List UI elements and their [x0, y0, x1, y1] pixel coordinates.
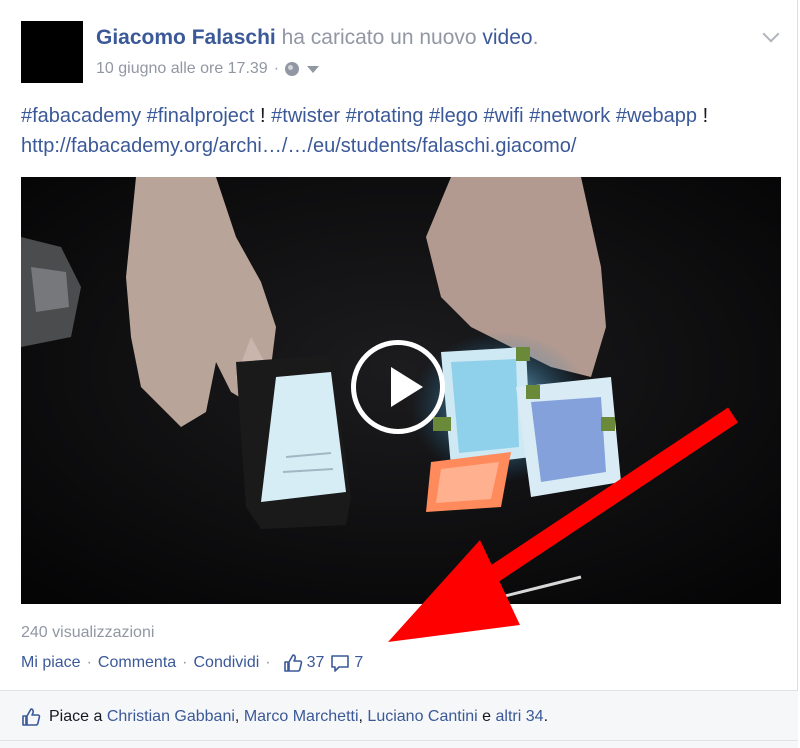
hashtag-link[interactable]: #rotating	[346, 105, 424, 127]
post-headline: Giacomo Falaschi ha caricato un nuovo vi…	[96, 26, 538, 50]
liker-link[interactable]: Marco Marchetti	[244, 708, 359, 725]
likes-comma: ,	[234, 708, 240, 725]
author-name[interactable]: Giacomo Falaschi	[96, 26, 276, 49]
headline-period: .	[532, 26, 539, 49]
action-text: ha caricato un nuovo	[281, 26, 477, 49]
message-text: !	[260, 105, 266, 127]
video-player[interactable]	[21, 177, 781, 604]
thumbs-up-icon	[283, 654, 302, 672]
hashtag-link[interactable]: #webapp	[616, 105, 697, 127]
comment-button[interactable]: Commenta	[98, 654, 176, 672]
comment-count-value: 7	[354, 654, 364, 671]
likes-prefix: Piace a	[49, 708, 103, 725]
like-count-value: 37	[306, 654, 325, 671]
hashtag-link[interactable]: #lego	[429, 105, 478, 127]
action-separator: ·	[265, 654, 271, 671]
privacy-caret-icon[interactable]	[307, 65, 320, 73]
liker-link[interactable]: Luciano Cantini	[367, 708, 477, 725]
divider	[0, 740, 798, 741]
like-button[interactable]: Mi piace	[21, 654, 81, 672]
share-button[interactable]: Condividi	[193, 654, 259, 672]
timestamp[interactable]: 10 giugno alle ore 17.39	[96, 60, 268, 78]
hashtag-link[interactable]: #fabacademy	[21, 105, 141, 127]
view-count: 240 visualizzazioni	[21, 624, 155, 641]
hashtag-link[interactable]: #finalproject	[147, 105, 255, 127]
hashtag-link[interactable]: #network	[529, 105, 610, 127]
action-bar: Mi piace · Commenta · Condividi · 37 7	[21, 653, 363, 673]
comment-icon	[331, 655, 350, 672]
likes-conj: e	[482, 708, 492, 725]
like-count[interactable]: 37	[283, 653, 325, 673]
comment-count[interactable]: 7	[330, 653, 363, 673]
message-text: !	[702, 105, 709, 127]
action-separator: ·	[182, 654, 188, 671]
post-message: #fabacademy #finalproject ! #twister #ro…	[21, 101, 781, 161]
likes-end: .	[543, 708, 549, 725]
hashtag-link[interactable]: #wifi	[484, 105, 524, 127]
hashtag-link[interactable]: #twister	[271, 105, 340, 127]
meta-separator: ·	[273, 60, 280, 77]
chevron-down-icon[interactable]	[762, 25, 780, 43]
avatar[interactable]	[21, 21, 83, 83]
action-separator: ·	[86, 654, 92, 671]
likes-comma: ,	[358, 708, 363, 725]
post-card: Giacomo Falaschi ha caricato un nuovo vi…	[0, 0, 798, 748]
url-link[interactable]: http://fabacademy.org/archi…/…/eu/studen…	[21, 135, 576, 157]
others-link[interactable]: altri 34	[496, 708, 544, 725]
likes-summary: Piace a Christian Gabbani, Marco Marchet…	[21, 707, 548, 727]
play-icon[interactable]	[351, 340, 445, 434]
video-link[interactable]: video	[482, 26, 532, 49]
liker-link[interactable]: Christian Gabbani	[107, 708, 235, 725]
thumbs-up-icon	[22, 708, 41, 726]
globe-icon[interactable]	[285, 62, 300, 76]
post-meta: 10 giugno alle ore 17.39 ·	[96, 60, 320, 78]
